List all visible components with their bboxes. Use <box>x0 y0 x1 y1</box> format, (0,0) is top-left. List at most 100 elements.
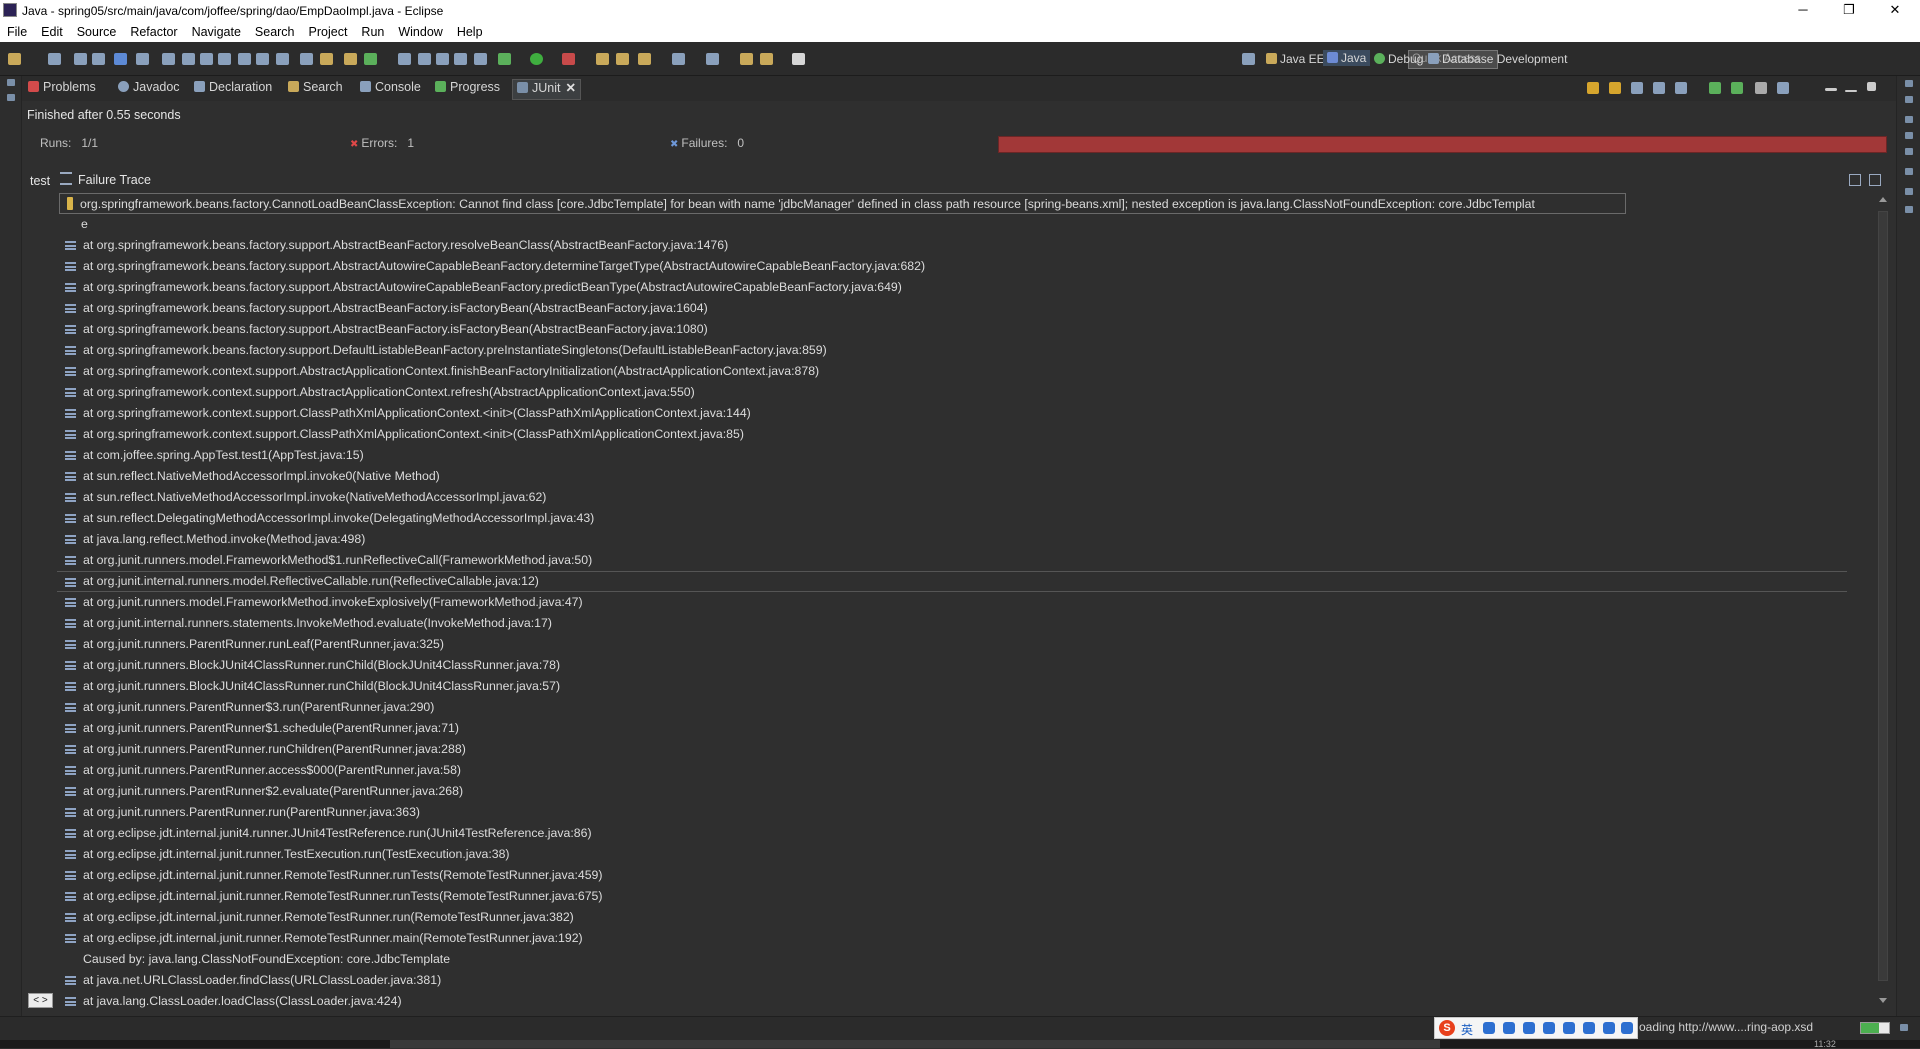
maximize-view-icon[interactable] <box>1867 82 1876 91</box>
restore-button[interactable]: ❐ <box>1826 0 1872 22</box>
exception-message-continuation[interactable]: e <box>57 214 1875 235</box>
exception-message-line[interactable]: org.springframework.beans.factory.Cannot… <box>59 193 1626 214</box>
show-whitespace-icon[interactable] <box>454 53 467 65</box>
stack-frame-line[interactable]: at org.springframework.context.support.C… <box>57 403 1875 424</box>
stop-icon[interactable] <box>1755 82 1767 94</box>
progress-view-icon[interactable] <box>1900 1024 1908 1031</box>
background-task-status[interactable]: oading http://www....ring-aop.xsd <box>1639 1020 1813 1034</box>
menu-grid-icon[interactable] <box>1621 1022 1633 1034</box>
minimize-view-icon[interactable] <box>1845 90 1857 92</box>
disconnect-icon[interactable] <box>218 53 231 65</box>
close-window-button[interactable]: ✕ <box>1872 0 1918 22</box>
step-return-icon[interactable] <box>276 53 289 65</box>
perspective-database-development[interactable]: Database Development <box>1428 52 1567 66</box>
menu-run[interactable]: Run <box>354 25 391 39</box>
hierarchy-icon[interactable] <box>1905 168 1913 175</box>
menu-navigate[interactable]: Navigate <box>185 25 248 39</box>
minimized-view-icon[interactable] <box>7 94 15 101</box>
stack-frame-line[interactable]: at java.lang.ClassLoader.loadClass(Class… <box>57 991 1875 1012</box>
forward-icon[interactable] <box>792 53 805 65</box>
stack-frame-line[interactable]: at org.junit.runners.BlockJUnit4ClassRun… <box>57 676 1875 697</box>
stack-frame-line[interactable]: at sun.reflect.NativeMethodAccessorImpl.… <box>57 466 1875 487</box>
open-perspective-icon[interactable] <box>1242 53 1255 65</box>
resume-icon[interactable] <box>162 53 175 65</box>
menu-search[interactable]: Search <box>248 25 302 39</box>
restore-icon[interactable] <box>7 79 15 86</box>
stack-frame-line[interactable]: at org.junit.runners.model.FrameworkMeth… <box>57 550 1875 571</box>
filter-stack-trace-icon[interactable] <box>1849 174 1861 186</box>
stack-frame-line[interactable]: at org.springframework.context.support.A… <box>57 382 1875 403</box>
stack-frame-line[interactable]: at org.springframework.beans.factory.sup… <box>57 235 1875 256</box>
run-icon[interactable] <box>530 53 543 65</box>
stack-frame-line[interactable]: at org.eclipse.jdt.internal.junit.runner… <box>57 844 1875 865</box>
skip-breakpoints-icon[interactable] <box>136 53 149 65</box>
view-menu-icon[interactable] <box>1825 88 1837 91</box>
toggle-mark-icon[interactable] <box>436 53 449 65</box>
stack-frame-line[interactable]: at org.springframework.beans.factory.sup… <box>57 277 1875 298</box>
tab-junit[interactable]: JUnit ✕ <box>512 79 581 100</box>
scroll-lock-icon[interactable] <box>1653 82 1665 94</box>
stack-frame-line[interactable]: at org.junit.internal.runners.statements… <box>57 613 1875 634</box>
menu-edit[interactable]: Edit <box>34 25 70 39</box>
show-skipped-icon[interactable] <box>1675 82 1687 94</box>
stack-frame-line[interactable]: at org.springframework.beans.factory.sup… <box>57 298 1875 319</box>
stack-frame-line[interactable]: at org.eclipse.jdt.internal.junit.runner… <box>57 886 1875 907</box>
scroll-down-icon[interactable] <box>1879 998 1887 1003</box>
stack-frame-line[interactable]: at org.junit.runners.ParentRunner.access… <box>57 760 1875 781</box>
tab-search[interactable]: Search <box>288 80 343 99</box>
test-run-history-icon[interactable] <box>1777 82 1789 94</box>
tab-progress[interactable]: Progress <box>435 80 500 99</box>
stack-frame-line[interactable]: at org.junit.runners.ParentRunner$1.sche… <box>57 718 1875 739</box>
annotation-icon[interactable] <box>706 53 719 65</box>
rerun-failures-icon[interactable] <box>1731 82 1743 94</box>
tab-problems[interactable]: Problems <box>28 80 96 99</box>
perspective-debug[interactable]: Debug <box>1374 52 1423 66</box>
minimize-button[interactable]: ─ <box>1780 0 1826 22</box>
stack-frame-line[interactable]: at org.junit.runners.ParentRunner.runChi… <box>57 739 1875 760</box>
stack-frame-line[interactable]: at org.eclipse.jdt.internal.junit.runner… <box>57 907 1875 928</box>
tab-declaration[interactable]: Declaration <box>194 80 272 99</box>
stack-frame-line[interactable]: at org.springframework.beans.factory.sup… <box>57 319 1875 340</box>
stack-frame-line[interactable]: at com.joffee.spring.AppTest.test1(AppTe… <box>57 445 1875 466</box>
restore-icon[interactable] <box>1905 132 1913 139</box>
previous-failure-icon[interactable] <box>1609 82 1621 94</box>
emoji-icon[interactable] <box>1503 1022 1515 1034</box>
scroll-up-icon[interactable] <box>1879 197 1887 202</box>
punctuation-icon[interactable] <box>1483 1022 1495 1034</box>
open-type-icon[interactable] <box>114 53 127 65</box>
stack-frame-line[interactable]: at org.junit.runners.model.FrameworkMeth… <box>57 592 1875 613</box>
stack-frame-line[interactable]: at org.junit.runners.ParentRunner$3.run(… <box>57 697 1875 718</box>
stack-frame-line[interactable]: at org.junit.runners.BlockJUnit4ClassRun… <box>57 655 1875 676</box>
new-icon[interactable] <box>8 53 21 65</box>
step-into-icon[interactable] <box>238 53 251 65</box>
stack-frame-line[interactable]: at org.eclipse.jdt.internal.junit.runner… <box>57 928 1875 949</box>
menu-project[interactable]: Project <box>302 25 355 39</box>
compare-result-icon[interactable] <box>1869 174 1881 186</box>
new-package-icon[interactable] <box>364 53 377 65</box>
stack-frame-line[interactable]: at org.springframework.beans.factory.sup… <box>57 340 1875 361</box>
stack-frame-line[interactable]: at org.junit.runners.ParentRunner.run(Pa… <box>57 802 1875 823</box>
stack-frame-line[interactable]: at sun.reflect.NativeMethodAccessorImpl.… <box>57 487 1875 508</box>
tab-console[interactable]: Console <box>360 80 421 99</box>
suspend-icon[interactable] <box>182 53 195 65</box>
stack-frame-line[interactable]: at org.junit.runners.ParentRunner$2.eval… <box>57 781 1875 802</box>
step-over-icon[interactable] <box>256 53 269 65</box>
next-failure-icon[interactable] <box>1587 82 1599 94</box>
save-all-icon[interactable] <box>74 53 87 65</box>
ime-mode-indicator[interactable]: 英 <box>1461 1021 1473 1038</box>
perspective-java[interactable]: Java <box>1323 50 1371 66</box>
skin-icon[interactable] <box>1583 1022 1595 1034</box>
menu-help[interactable]: Help <box>450 25 490 39</box>
ime-toolbar[interactable]: S 英 <box>1434 1017 1638 1039</box>
stack-frame-line[interactable]: at org.springframework.context.support.C… <box>57 424 1875 445</box>
last-edit-icon[interactable] <box>672 53 685 65</box>
external-tools-icon[interactable] <box>596 53 609 65</box>
test-tree-label[interactable]: test <box>30 174 50 188</box>
debug-icon[interactable] <box>498 53 511 65</box>
print-icon[interactable] <box>92 53 105 65</box>
rerun-test-icon[interactable] <box>1709 82 1721 94</box>
stack-frame-line[interactable]: at java.lang.reflect.Method.invoke(Metho… <box>57 529 1875 550</box>
menu-window[interactable]: Window <box>391 25 449 39</box>
show-failures-only-icon[interactable] <box>1631 82 1643 94</box>
next-annotation-icon[interactable] <box>740 53 753 65</box>
